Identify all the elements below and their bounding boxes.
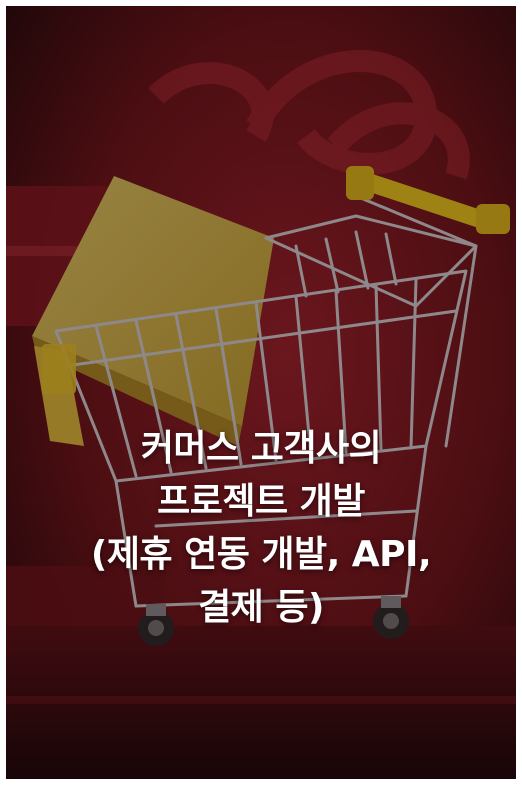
shopping-cart-photo: 커머스 고객사의 프로젝트 개발 (제휴 연동 개발, API, 결제 등) [6,6,516,779]
headline-line-4: 결제 등) [198,587,324,628]
headline-line-3: (제휴 연동 개발, API, [90,534,432,575]
headline-line-1: 커머스 고객사의 [140,428,382,469]
dark-overlay [6,6,516,779]
headline-line-2: 프로젝트 개발 [157,481,365,522]
thumbnail-card: 커머스 고객사의 프로젝트 개발 (제휴 연동 개발, API, 결제 등) [0,0,522,785]
headline: 커머스 고객사의 프로젝트 개발 (제휴 연동 개발, API, 결제 등) [6,422,516,634]
